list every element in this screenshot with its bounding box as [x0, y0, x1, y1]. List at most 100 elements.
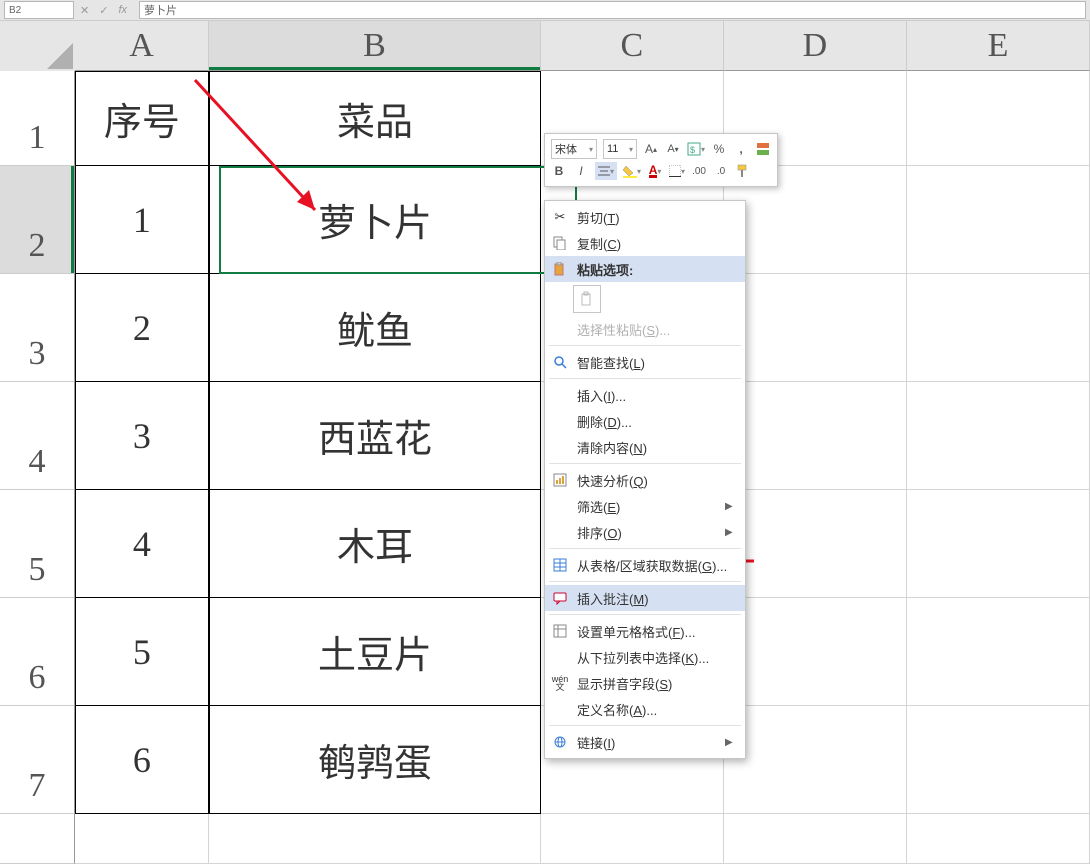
percent-button[interactable]: % [711, 140, 727, 158]
name-box[interactable]: B2 [4, 1, 74, 19]
chevron-right-icon: ▶ [725, 501, 735, 512]
cell-C8[interactable] [541, 814, 724, 864]
cell-A1[interactable]: 序号 [75, 71, 209, 166]
col-header-C[interactable]: C [541, 21, 724, 71]
mini-toolbar: 宋体▾ 11▾ A▴ A▾ $▾ % , B I ▾ ▾ A▾ ▾ .00 .0 [544, 133, 778, 187]
ctx-dropdown-list[interactable]: 从下拉列表中选择(K)... [545, 644, 745, 670]
border-button[interactable]: ▾ [669, 162, 685, 180]
row-header-5[interactable]: 5 [0, 490, 75, 598]
ctx-delete[interactable]: 删除(D)... [545, 408, 745, 434]
cell-D8[interactable] [724, 814, 907, 864]
row-header-4[interactable]: 4 [0, 382, 75, 490]
formula-bar-buttons: ✕ ✓ fx [80, 4, 127, 17]
bold-button[interactable]: B [551, 162, 567, 180]
separator [549, 614, 741, 615]
row-header-7[interactable]: 7 [0, 706, 75, 814]
cell-A2[interactable]: 1 [75, 166, 209, 274]
row-header-3[interactable]: 3 [0, 274, 75, 382]
format-painter-button[interactable] [735, 162, 751, 180]
cell-A8[interactable] [75, 814, 209, 864]
select-all-corner[interactable] [0, 21, 76, 72]
cell-E1[interactable] [907, 71, 1090, 166]
enter-icon[interactable]: ✓ [99, 4, 108, 17]
font-color-button[interactable]: A▾ [647, 162, 663, 180]
cell-B2[interactable]: 萝卜片 [209, 166, 541, 274]
italic-button[interactable]: I [573, 162, 589, 180]
ctx-copy[interactable]: 复制(C) [545, 230, 745, 256]
cell-B4[interactable]: 西蓝花 [209, 382, 541, 490]
font-select[interactable]: 宋体▾ [551, 139, 597, 159]
formula-bar[interactable]: 萝卜片 [139, 1, 1086, 19]
fx-icon[interactable]: fx [118, 4, 127, 16]
cell-D6[interactable] [724, 598, 907, 706]
conditional-format-button[interactable] [755, 140, 771, 158]
phonetic-icon: wén文 [551, 674, 569, 692]
cell-B8[interactable] [209, 814, 541, 864]
col-header-D[interactable]: D [724, 21, 907, 71]
cancel-icon[interactable]: ✕ [80, 4, 89, 17]
ctx-cut[interactable]: ✂ 剪切(T) [545, 204, 745, 230]
chevron-down-icon: ▾ [629, 145, 633, 154]
cell-B5[interactable]: 木耳 [209, 490, 541, 598]
table-icon [551, 556, 569, 574]
align-center-button[interactable]: ▾ [595, 162, 617, 180]
cell-A3[interactable]: 2 [75, 274, 209, 382]
paste-button[interactable] [573, 285, 601, 313]
ctx-sort[interactable]: 排序(O) ▶ [545, 519, 745, 545]
ctx-insert-comment[interactable]: 插入批注(M) [545, 585, 745, 611]
decrease-decimal-button[interactable]: .0 [713, 162, 729, 180]
col-header-E[interactable]: E [907, 21, 1090, 71]
ctx-insert[interactable]: 插入(I)... [545, 382, 745, 408]
decrease-font-button[interactable]: A▾ [665, 140, 681, 158]
ctx-link[interactable]: 链接(I) ▶ [545, 729, 745, 755]
cell-A6[interactable]: 5 [75, 598, 209, 706]
comment-icon [551, 589, 569, 607]
cell-E5[interactable] [907, 490, 1090, 598]
cell-D3[interactable] [724, 274, 907, 382]
increase-font-button[interactable]: A▴ [643, 140, 659, 158]
ctx-paste-options[interactable]: 粘贴选项: [545, 256, 745, 282]
ctx-define-name[interactable]: 定义名称(A)... [545, 696, 745, 722]
cell-D4[interactable] [724, 382, 907, 490]
cell-E3[interactable] [907, 274, 1090, 382]
cell-E7[interactable] [907, 706, 1090, 814]
col-header-A[interactable]: A [75, 21, 209, 71]
ctx-from-table[interactable]: 从表格/区域获取数据(G)... [545, 552, 745, 578]
ctx-filter[interactable]: 筛选(E) ▶ [545, 493, 745, 519]
row-header-2[interactable]: 2 [0, 166, 75, 274]
cell-D7[interactable] [724, 706, 907, 814]
ctx-paste-special: 选择性粘贴(S)... [545, 316, 745, 342]
format-cells-icon [551, 622, 569, 640]
ctx-quick-analysis[interactable]: 快速分析(Q) [545, 467, 745, 493]
cell-E6[interactable] [907, 598, 1090, 706]
search-icon [551, 353, 569, 371]
fill-color-button[interactable]: ▾ [623, 162, 641, 180]
ctx-format-cells[interactable]: 设置单元格格式(F)... [545, 618, 745, 644]
comma-button[interactable]: , [733, 140, 749, 158]
row-header-6[interactable]: 6 [0, 598, 75, 706]
increase-decimal-button[interactable]: .00 [691, 162, 707, 180]
cell-E8[interactable] [907, 814, 1090, 864]
font-size-select[interactable]: 11▾ [603, 139, 637, 159]
cell-A5[interactable]: 4 [75, 490, 209, 598]
accounting-format-button[interactable]: $▾ [687, 140, 705, 158]
cell-B3[interactable]: 鱿鱼 [209, 274, 541, 382]
cell-B6[interactable]: 土豆片 [209, 598, 541, 706]
cell-E4[interactable] [907, 382, 1090, 490]
paste-icon [551, 260, 569, 278]
ctx-smart-lookup[interactable]: 智能查找(L) [545, 349, 745, 375]
row-header-8[interactable] [0, 814, 75, 864]
cell-A4[interactable]: 3 [75, 382, 209, 490]
chevron-right-icon: ▶ [725, 527, 735, 538]
cell-D5[interactable] [724, 490, 907, 598]
select-all-triangle-icon [47, 43, 73, 69]
name-box-value: B2 [9, 5, 21, 16]
cell-E2[interactable] [907, 166, 1090, 274]
cell-B1[interactable]: 菜品 [209, 71, 541, 166]
col-header-B[interactable]: B [209, 21, 541, 71]
cell-A7[interactable]: 6 [75, 706, 209, 814]
ctx-phonetic[interactable]: wén文 显示拼音字段(S) [545, 670, 745, 696]
ctx-clear[interactable]: 清除内容(N) [545, 434, 745, 460]
cell-B7[interactable]: 鹌鹑蛋 [209, 706, 541, 814]
row-header-1[interactable]: 1 [0, 71, 75, 166]
